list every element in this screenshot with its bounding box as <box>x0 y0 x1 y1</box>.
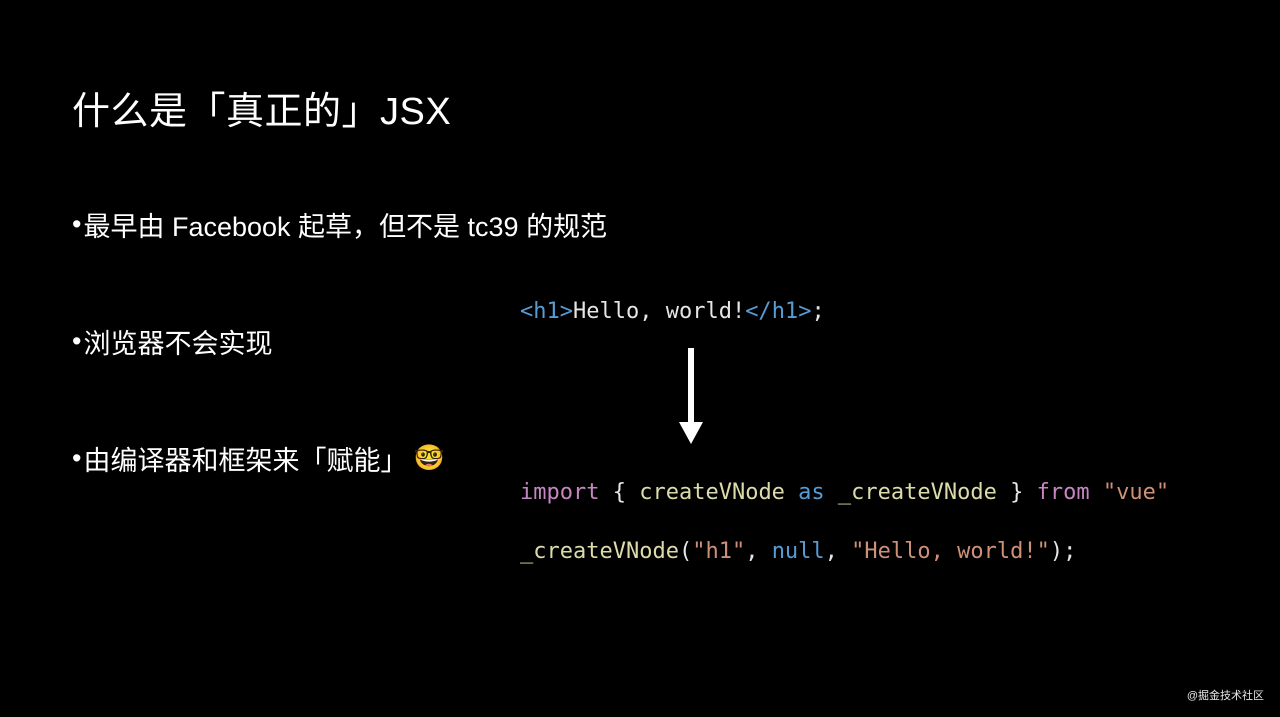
code-token: Hello, world! <box>573 299 745 324</box>
slide-title: 什么是「真正的」JSX <box>72 80 1208 135</box>
bullet-1-text: 最早由 Facebook 起草，但不是 tc39 的规范 <box>83 205 607 244</box>
code-import-line: import { createVNode as _createVNode } f… <box>520 476 1169 509</box>
code-token: </ <box>745 299 772 324</box>
code-token: as <box>785 480 838 505</box>
bullet-2-text: 浏览器不会实现 <box>83 322 272 361</box>
code-token: > <box>798 299 811 324</box>
code-token: , <box>745 539 772 564</box>
code-call-line: _createVNode("h1", null, "Hello, world!"… <box>520 535 1169 568</box>
code-token: h1 <box>533 299 560 324</box>
nerd-face-icon: 🤓 <box>413 444 444 473</box>
credit-text: @掘金技术社区 <box>1187 687 1264 703</box>
code-token: ) <box>1050 539 1063 564</box>
code-token: < <box>520 299 533 324</box>
code-token: import <box>520 480 599 505</box>
code-token: ; <box>811 299 824 324</box>
code-token: { <box>599 480 639 505</box>
code-token: from <box>1037 480 1090 505</box>
code-jsx-line: <h1>Hello, world!</h1>; <box>520 295 1169 328</box>
code-token: "vue" <box>1103 480 1169 505</box>
code-token <box>1090 480 1103 505</box>
code-token: , <box>825 539 852 564</box>
code-token: createVNode <box>639 480 785 505</box>
bullet-1: • 最早由 Facebook 起草，但不是 tc39 的规范 <box>72 205 1208 244</box>
code-token: ( <box>679 539 692 564</box>
code-token: "h1" <box>692 539 745 564</box>
code-token: h1 <box>772 299 799 324</box>
code-token: _createVNode <box>838 480 997 505</box>
code-token: } <box>997 480 1037 505</box>
code-token: null <box>772 539 825 564</box>
bullet-3-text: 由编译器和框架来「赋能」 <box>83 439 407 478</box>
code-token: ; <box>1063 539 1076 564</box>
bullet-dot: • <box>72 326 81 357</box>
bullet-dot: • <box>72 209 81 240</box>
bullet-dot: • <box>72 443 81 474</box>
code-token: _createVNode <box>520 539 679 564</box>
slide: 什么是「真正的」JSX • 最早由 Facebook 起草，但不是 tc39 的… <box>0 0 1280 717</box>
code-area: <h1>Hello, world!</h1>; import { createV… <box>520 295 1169 568</box>
arrow-down-icon <box>676 346 1169 446</box>
code-token: > <box>560 299 573 324</box>
code-token: "Hello, world!" <box>851 539 1050 564</box>
